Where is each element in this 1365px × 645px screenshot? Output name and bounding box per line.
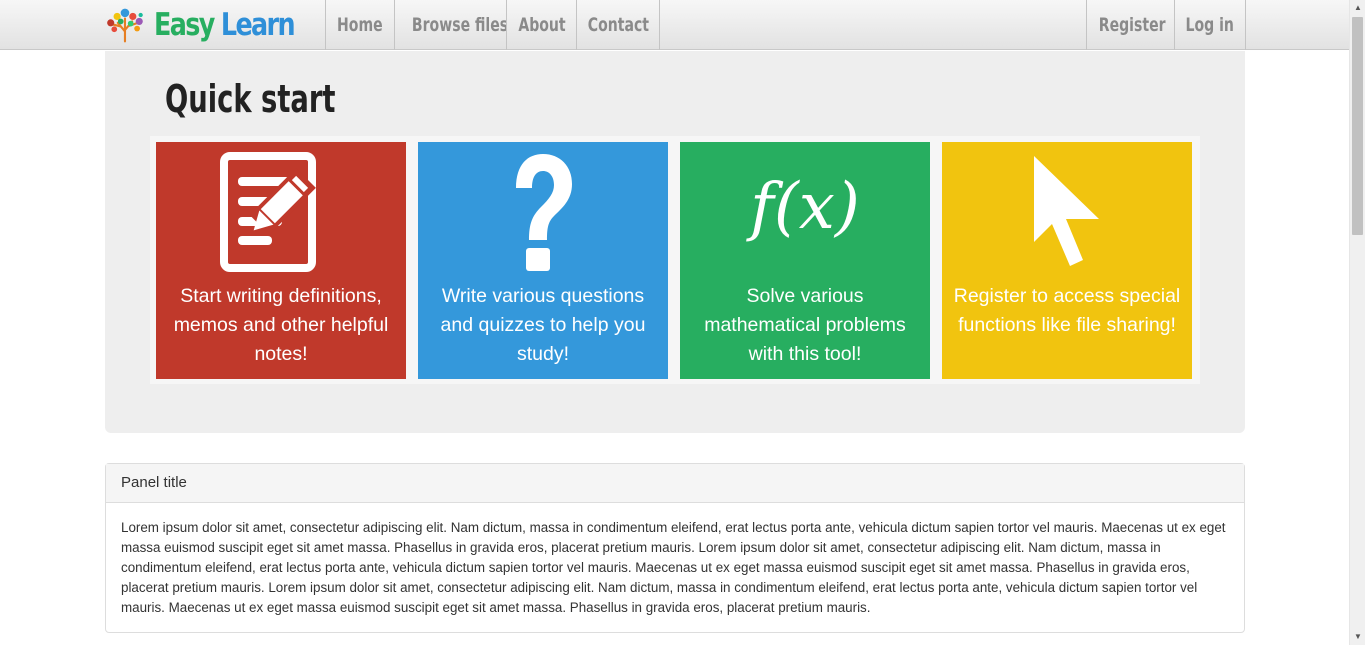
- page: Easy Learn Home Browse files About Conta…: [0, 0, 1349, 645]
- brand-name-part2: Learn: [221, 7, 296, 43]
- quick-start-jumbotron: Quick start Start writing definitions, m…: [105, 51, 1245, 433]
- tile-register-text: Register to access special functions lik…: [953, 285, 1181, 336]
- panel-title: Panel title: [106, 464, 1244, 503]
- navbar: Easy Learn Home Browse files About Conta…: [0, 0, 1349, 50]
- cursor-arrow-icon: [1034, 156, 1099, 266]
- vertical-scrollbar[interactable]: ▲ ▼: [1349, 0, 1365, 645]
- tile-math[interactable]: f(x) Solve various mathematical problems…: [680, 142, 930, 379]
- question-mark-icon: [516, 154, 572, 271]
- scrollbar-thumb[interactable]: [1352, 17, 1363, 235]
- nav-browse-files[interactable]: Browse files: [394, 0, 506, 50]
- nav-about[interactable]: About: [506, 0, 576, 50]
- function-icon-label: f(x): [746, 170, 860, 244]
- nav-about-label: About: [517, 14, 566, 36]
- tile-quizzes[interactable]: Write various questions and quizzes to h…: [418, 142, 668, 379]
- tile-math-text: Solve various mathematical problems with…: [704, 285, 906, 365]
- brand-logo-link[interactable]: Easy Learn: [105, 0, 325, 50]
- content-panel: Panel title Lorem ipsum dolor sit amet, …: [105, 463, 1245, 633]
- tile-quizzes-text: Write various questions and quizzes to h…: [440, 285, 646, 365]
- nav-login-label: Log in: [1185, 14, 1235, 36]
- brand-name-part1: Easy: [154, 7, 215, 43]
- brand-name: Easy Learn: [154, 0, 296, 50]
- page-title: Quick start: [165, 77, 336, 121]
- tile-register[interactable]: Register to access special functions lik…: [942, 142, 1192, 379]
- scroll-down-arrow-icon[interactable]: ▼: [1350, 629, 1365, 645]
- tree-logo-icon: [107, 8, 143, 43]
- scroll-up-arrow-icon[interactable]: ▲: [1350, 0, 1365, 16]
- function-icon: f(x): [746, 170, 860, 244]
- nav-register[interactable]: Register: [1086, 0, 1174, 50]
- nav-home-label: Home: [337, 14, 383, 36]
- tile-notes[interactable]: Start writing definitions, memos and oth…: [156, 142, 406, 379]
- quick-start-tiles: Start writing definitions, memos and oth…: [150, 136, 1200, 384]
- nav-login[interactable]: Log in: [1174, 0, 1246, 50]
- panel-body: Lorem ipsum dolor sit amet, consectetur …: [121, 520, 1226, 615]
- nav-contact-label: Contact: [587, 14, 650, 36]
- nav-browse-files-label: Browse files: [411, 14, 506, 36]
- nav-home[interactable]: Home: [325, 0, 394, 50]
- nav-register-label: Register: [1098, 14, 1166, 36]
- nav-contact[interactable]: Contact: [576, 0, 660, 50]
- notepad-pencil-icon: [220, 152, 316, 272]
- tile-notes-text: Start writing definitions, memos and oth…: [173, 285, 389, 365]
